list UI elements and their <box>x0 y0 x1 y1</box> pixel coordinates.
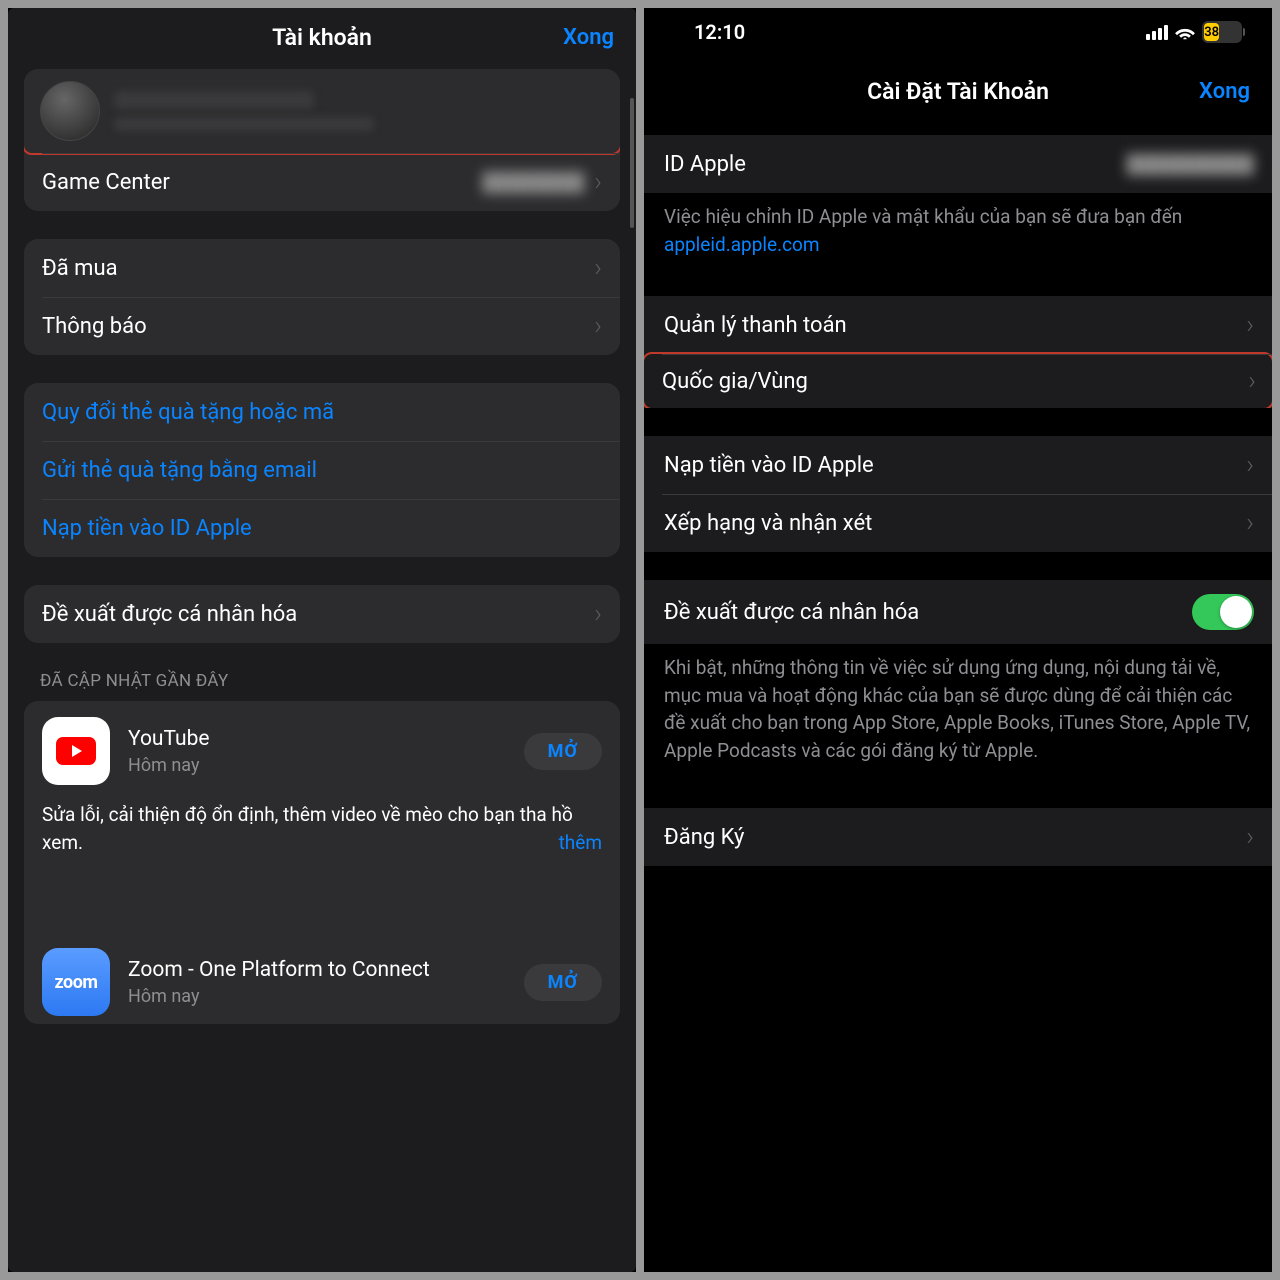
updates-header: ĐÃ CẬP NHẬT GẦN ĐÂY <box>8 671 636 701</box>
open-button[interactable]: Mở <box>524 733 602 770</box>
avatar <box>40 81 100 141</box>
chevron-right-icon: › <box>1246 310 1254 340</box>
page-title: Cài Đặt Tài Khoản <box>867 78 1049 105</box>
app-name: Zoom - One Platform to Connect <box>128 957 506 983</box>
page-title: Tài khoản <box>272 24 372 51</box>
youtube-update: YouTube Hôm nay Mở Sửa lỗi, cải thiện độ… <box>24 701 620 874</box>
nav-header: Tài khoản Xong <box>8 8 636 69</box>
chevron-right-icon: › <box>1246 822 1254 852</box>
personalized-toggle[interactable] <box>1192 594 1254 630</box>
personalized-section: Đề xuất được cá nhân hóa <box>644 580 1272 644</box>
subscriptions-row[interactable]: Đăng Ký › <box>644 808 1272 866</box>
personalized-row[interactable]: Đề xuất được cá nhân hóa › <box>24 585 620 643</box>
wifi-icon <box>1174 24 1196 40</box>
appleid-section: ID Apple ██████████ <box>644 135 1272 193</box>
profile-sub-blur <box>114 117 374 131</box>
row-label: Nạp tiền vào ID Apple <box>664 453 1236 478</box>
subscriptions-section: Đăng Ký › <box>644 808 1272 866</box>
updates-section: YouTube Hôm nay Mở Sửa lỗi, cải thiện độ… <box>24 701 620 1024</box>
app-sub: Hôm nay <box>128 755 506 776</box>
row-label: Đề xuất được cá nhân hóa <box>664 600 1192 625</box>
appleid-row[interactable]: ID Apple ██████████ <box>644 135 1272 193</box>
personalized-toggle-row: Đề xuất được cá nhân hóa <box>644 580 1272 644</box>
battery-icon: 38 <box>1202 21 1242 43</box>
open-button[interactable]: Mở <box>524 964 602 1001</box>
row-label: Game Center <box>42 170 482 195</box>
appleid-value-blur: ██████████ <box>1126 154 1254 175</box>
update-description: Sửa lỗi, cải thiện độ ổn định, thêm vide… <box>42 801 602 856</box>
chevron-right-icon: › <box>1248 366 1256 396</box>
row-label: Đề xuất được cá nhân hóa <box>42 602 584 627</box>
row-label: Nạp tiền vào ID Apple <box>42 516 602 541</box>
purchased-row[interactable]: Đã mua › <box>24 239 620 297</box>
row-label: Xếp hạng và nhận xét <box>664 511 1236 536</box>
status-time: 12:10 <box>694 20 745 44</box>
row-label: Đã mua <box>42 256 584 281</box>
country-row[interactable]: Quốc gia/Vùng › <box>644 352 1272 408</box>
gift-section: Quy đổi thẻ quà tặng hoặc mã Gửi thẻ quà… <box>24 383 620 557</box>
gamecenter-value-blur: ████████ <box>482 172 584 193</box>
gamecenter-row[interactable]: Game Center ████████ › <box>24 153 620 211</box>
purchases-section: Đã mua › Thông báo › <box>24 239 620 355</box>
funds-section: Nạp tiền vào ID Apple › Xếp hạng và nhận… <box>644 436 1272 552</box>
personalized-section: Đề xuất được cá nhân hóa › <box>24 585 620 643</box>
zoom-icon: zoom <box>42 948 110 1016</box>
add-funds-row[interactable]: Nạp tiền vào ID Apple › <box>644 436 1272 494</box>
app-sub: Hôm nay <box>128 986 506 1007</box>
scrollbar[interactable] <box>630 98 634 228</box>
right-screen: 12:10 38 Cài Đặt Tài Khoản Xong ID Apple… <box>644 8 1272 1272</box>
chevron-right-icon: › <box>1246 450 1254 480</box>
add-funds-row[interactable]: Nạp tiền vào ID Apple <box>24 499 620 557</box>
chevron-right-icon: › <box>594 599 602 629</box>
left-screen: Tài khoản Xong Game Center ████████ › Đã… <box>8 8 636 1272</box>
done-button[interactable]: Xong <box>1199 79 1250 104</box>
row-label: Gửi thẻ quà tặng bằng email <box>42 458 602 483</box>
app-name: YouTube <box>128 726 506 752</box>
zoom-update: zoom Zoom - One Platform to Connect Hôm … <box>24 932 620 1024</box>
appleid-link[interactable]: appleid.apple.com <box>664 233 820 256</box>
row-label: Quy đổi thẻ quà tặng hoặc mã <box>42 400 602 425</box>
status-bar: 12:10 38 <box>644 8 1272 48</box>
chevron-right-icon: › <box>1246 508 1254 538</box>
notifications-row[interactable]: Thông báo › <box>24 297 620 355</box>
profile-section: Game Center ████████ › <box>24 69 620 211</box>
chevron-right-icon: › <box>594 253 602 283</box>
ratings-row[interactable]: Xếp hạng và nhận xét › <box>644 494 1272 552</box>
appleid-footer: Việc hiệu chỉnh ID Apple và mật khẩu của… <box>644 193 1272 258</box>
payment-row[interactable]: Quản lý thanh toán › <box>644 296 1272 354</box>
done-button[interactable]: Xong <box>563 25 614 50</box>
youtube-icon <box>42 717 110 785</box>
cellular-icon <box>1146 25 1168 40</box>
send-gift-row[interactable]: Gửi thẻ quà tặng bằng email <box>24 441 620 499</box>
row-label: Thông báo <box>42 314 584 339</box>
profile-name-blur <box>114 91 314 109</box>
chevron-right-icon: › <box>594 167 602 197</box>
row-label: ID Apple <box>664 152 1126 177</box>
row-label: Đăng Ký <box>664 825 1236 850</box>
personalized-footer: Khi bật, những thông tin về việc sử dụng… <box>644 644 1272 764</box>
payment-section: Quản lý thanh toán › Quốc gia/Vùng › <box>644 296 1272 408</box>
row-label: Quốc gia/Vùng <box>662 369 1238 394</box>
row-label: Quản lý thanh toán <box>664 313 1236 338</box>
redeem-row[interactable]: Quy đổi thẻ quà tặng hoặc mã <box>24 383 620 441</box>
more-link[interactable]: thêm <box>559 829 602 857</box>
nav-header: Cài Đặt Tài Khoản Xong <box>644 48 1272 135</box>
chevron-right-icon: › <box>594 311 602 341</box>
profile-row[interactable] <box>24 69 620 155</box>
